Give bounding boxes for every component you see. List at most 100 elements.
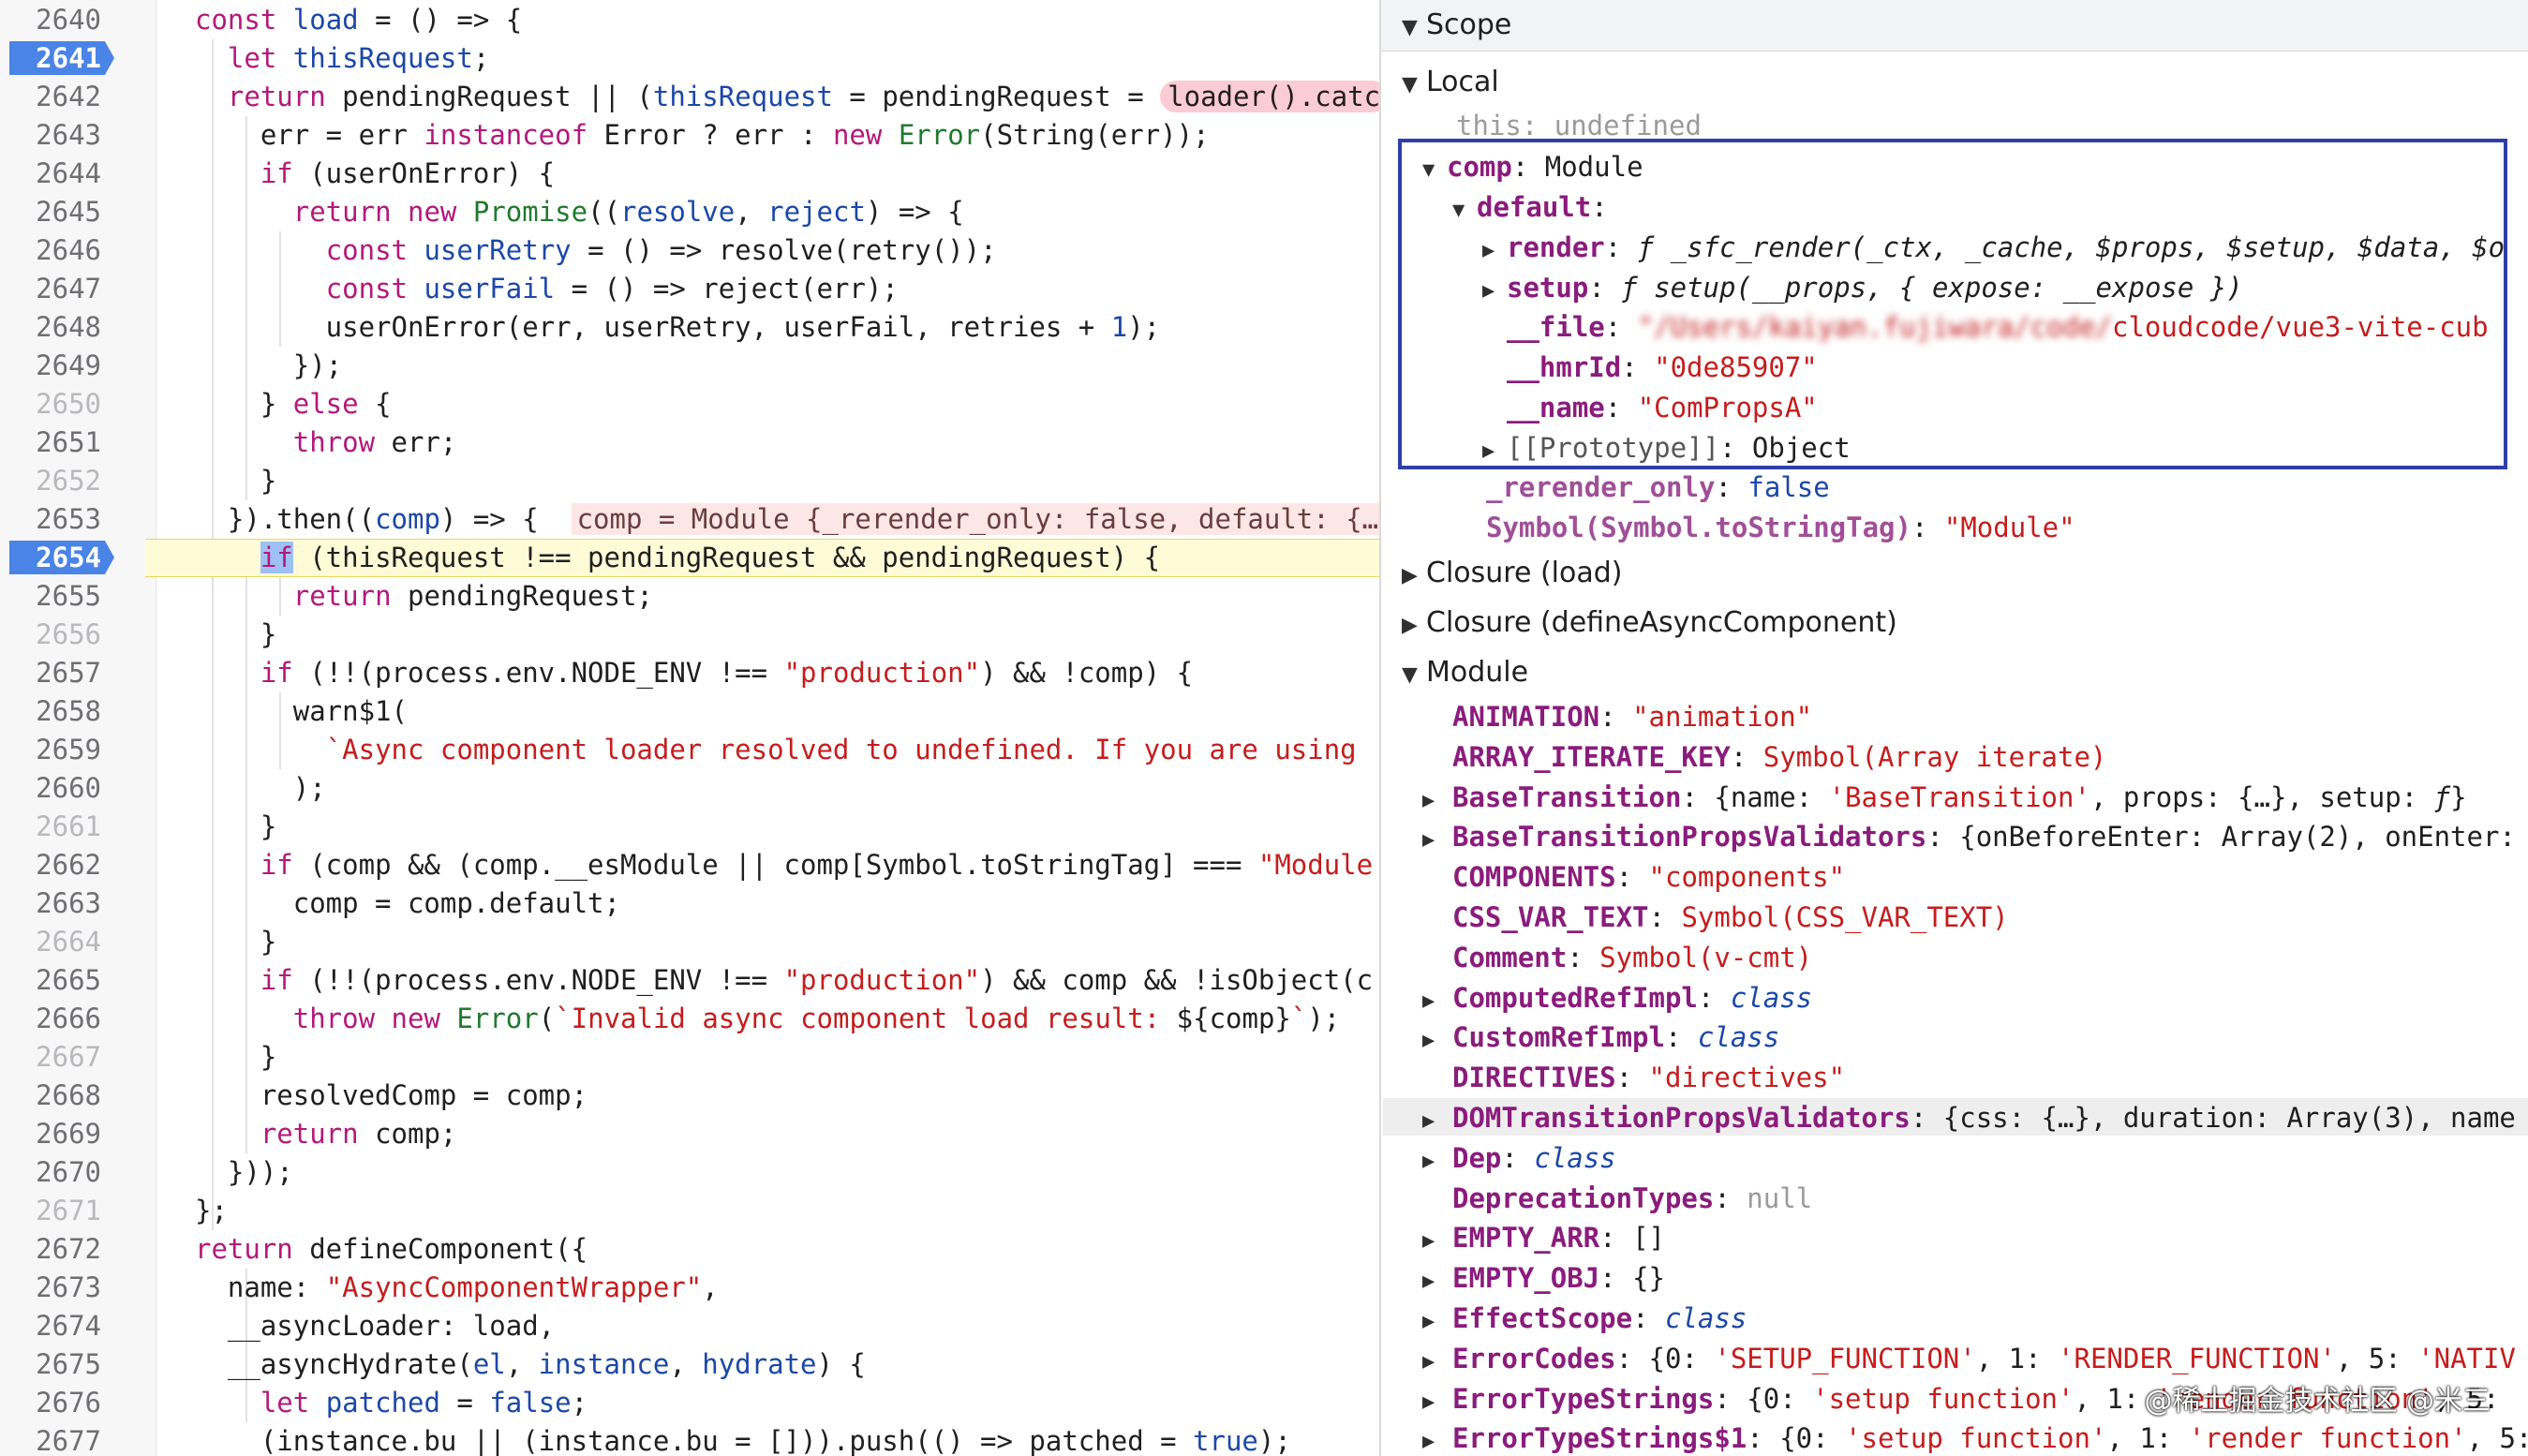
expand-triangle-icon[interactable]: ▶ xyxy=(1422,1384,1447,1421)
expand-triangle-icon[interactable]: ▶ xyxy=(1402,557,1426,595)
line-number[interactable]: 2669 xyxy=(7,1115,109,1153)
line-number[interactable]: 2646 xyxy=(7,231,109,270)
code-line[interactable]: 2653 }).then((comp) => { comp = Module {… xyxy=(0,500,1379,539)
line-number[interactable]: 2672 xyxy=(7,1230,109,1269)
module-prop-customrefimpl[interactable]: ▶ CustomRefImpl: class xyxy=(1422,1018,1779,1056)
line-number[interactable]: 2663 xyxy=(7,884,109,923)
expand-triangle-icon[interactable]: ▶ xyxy=(1422,1344,1447,1381)
module-prop-dep[interactable]: ▶ Dep: class xyxy=(1422,1139,1616,1177)
module-section[interactable]: ▼ Module xyxy=(1402,654,1528,691)
code-line[interactable]: 2677 (instance.bu || (instance.bu = []))… xyxy=(0,1422,1379,1456)
code-line[interactable]: 2676 let patched = false; xyxy=(0,1384,1379,1422)
closure-load-section[interactable]: ▶ Closure (load) xyxy=(1402,555,1622,592)
module-prop-errorcodes[interactable]: ▶ ErrorCodes: {0: 'SETUP_FUNCTION', 1: 'R… xyxy=(1422,1340,2516,1377)
line-number[interactable]: 2642 xyxy=(7,78,109,116)
line-number[interactable]: 2650 xyxy=(7,385,109,423)
scope-prop-default[interactable]: ▼ default: xyxy=(1452,188,1608,226)
code-line[interactable]: 2660 ); xyxy=(0,769,1379,808)
module-prop-css-var-text[interactable]: CSS_VAR_TEXT: Symbol(CSS_VAR_TEXT) xyxy=(1452,899,2009,936)
line-number[interactable]: 2666 xyxy=(7,1000,109,1038)
code-line[interactable]: 2642 return pendingRequest || (thisReque… xyxy=(0,78,1379,116)
module-prop-basetransition[interactable]: ▶ BaseTransition: {name: 'BaseTransition'… xyxy=(1422,779,2467,816)
code-line[interactable]: 2671}; xyxy=(0,1192,1379,1230)
scope-header-row[interactable]: ▼ Scope xyxy=(1402,7,1511,44)
line-number[interactable]: 2657 xyxy=(7,654,109,692)
module-prop-effectscope[interactable]: ▶ EffectScope: class xyxy=(1422,1300,1747,1337)
line-number[interactable]: 2674 xyxy=(7,1307,109,1345)
code-line[interactable]: 2647 const userFail = () => reject(err); xyxy=(0,270,1379,308)
scope-prop-setup[interactable]: ▶ setup: ƒ setup(__props, { expose: __exp… xyxy=(1482,269,2243,306)
code-line[interactable]: 2674 __asyncLoader: load, xyxy=(0,1307,1379,1345)
code-line[interactable]: 2663 comp = comp.default; xyxy=(0,884,1379,923)
expand-triangle-icon[interactable]: ▶ xyxy=(1402,607,1426,645)
line-number[interactable]: 2658 xyxy=(7,692,109,731)
code-line[interactable]: 2665 if (!!(process.env.NODE_ENV !== "pr… xyxy=(0,961,1379,1000)
line-number[interactable]: 2671 xyxy=(7,1192,109,1230)
line-number[interactable]: 2652 xyxy=(7,462,109,500)
code-line[interactable]: 2664 } xyxy=(0,923,1379,961)
expand-triangle-icon[interactable]: ▼ xyxy=(1452,192,1477,230)
code-line[interactable]: 2672 return defineComponent({ xyxy=(0,1230,1379,1269)
expand-triangle-icon[interactable]: ▼ xyxy=(1422,152,1447,189)
line-number[interactable]: 2670 xyxy=(7,1153,109,1192)
source-editor[interactable]: 2640 const load = () => {2641 let thisReq… xyxy=(0,0,1379,1456)
line-number[interactable]: 2643 xyxy=(7,116,109,155)
line-number[interactable]: 2665 xyxy=(7,961,109,1000)
collapse-triangle-icon[interactable]: ▼ xyxy=(1402,9,1426,47)
expand-triangle-icon[interactable]: ▶ xyxy=(1482,433,1507,470)
code-line[interactable]: 2650 } else { xyxy=(0,385,1379,423)
code-line[interactable]: 2658 warn$1( xyxy=(0,692,1379,731)
line-number[interactable]: 2645 xyxy=(7,193,109,231)
module-prop-array-iterate-key[interactable]: ARRAY_ITERATE_KEY: Symbol(Array iterate) xyxy=(1452,738,2106,776)
line-number[interactable]: 2662 xyxy=(7,846,109,884)
code-line[interactable]: 2670 })); xyxy=(0,1153,1379,1192)
breakpoint-marker[interactable]: 2641 xyxy=(9,41,114,75)
scope-prop-rerender-only[interactable]: _rerender_only: false xyxy=(1486,468,1830,506)
expand-triangle-icon[interactable]: ▶ xyxy=(1422,983,1447,1020)
code-line[interactable]: 2648 userOnError(err, userRetry, userFai… xyxy=(0,308,1379,347)
expand-triangle-icon[interactable]: ▶ xyxy=(1422,1143,1447,1181)
expand-triangle-icon[interactable]: ▶ xyxy=(1422,1223,1447,1260)
scope-prop-comp[interactable]: ▼ comp: Module xyxy=(1422,148,1643,186)
scope-section-header[interactable] xyxy=(1381,0,2528,52)
module-prop-errortypestrings-1[interactable]: ▶ ErrorTypeStrings$1: {0: 'setup function… xyxy=(1422,1419,2528,1456)
line-number[interactable]: 2676 xyxy=(7,1384,109,1422)
expand-triangle-icon[interactable]: ▶ xyxy=(1422,1103,1447,1140)
code-line[interactable]: 2659 `Async component loader resolved to… xyxy=(0,731,1379,769)
code-line[interactable]: 2661 } xyxy=(0,808,1379,846)
expand-triangle-icon[interactable]: ▶ xyxy=(1422,1263,1447,1300)
expand-triangle-icon[interactable]: ▶ xyxy=(1482,232,1507,270)
module-prop-components[interactable]: COMPONENTS: "components" xyxy=(1452,858,1845,896)
code-line[interactable]: 2643 err = err instanceof Error ? err : … xyxy=(0,116,1379,155)
code-line[interactable]: 2666 throw new Error(`Invalid async comp… xyxy=(0,1000,1379,1038)
code-line[interactable]: 2652 } xyxy=(0,462,1379,500)
collapse-triangle-icon[interactable]: ▼ xyxy=(1402,657,1426,694)
module-prop-computedrefimpl[interactable]: ▶ ComputedRefImpl: class xyxy=(1422,979,1812,1017)
expand-triangle-icon[interactable]: ▶ xyxy=(1422,1303,1447,1341)
expand-triangle-icon[interactable]: ▶ xyxy=(1482,273,1507,310)
module-prop-empty-obj[interactable]: ▶ EMPTY_OBJ: {} xyxy=(1422,1259,1665,1297)
code-line[interactable]: 2646 const userRetry = () => resolve(ret… xyxy=(0,231,1379,270)
line-number[interactable]: 2656 xyxy=(7,616,109,654)
line-number[interactable]: 2677 xyxy=(7,1422,109,1456)
line-number[interactable]: 2648 xyxy=(7,308,109,347)
module-prop-basetransitionpropsvalidators[interactable]: ▶ BaseTransitionPropsValidators: {onBefor… xyxy=(1422,818,2516,855)
code-line[interactable]: 2669 return comp; xyxy=(0,1115,1379,1153)
code-line-paused[interactable]: 2654 if (thisRequest !== pendingRequest … xyxy=(0,539,1379,577)
line-number[interactable]: 2661 xyxy=(7,808,109,846)
expand-triangle-icon[interactable]: ▶ xyxy=(1422,782,1447,820)
code-line[interactable]: 2655 return pendingRequest; xyxy=(0,577,1379,616)
line-number[interactable]: 2664 xyxy=(7,923,109,961)
collapse-triangle-icon[interactable]: ▼ xyxy=(1402,67,1426,104)
scope-prop-render[interactable]: ▶ render: ƒ _sfc_render(_ctx, _cache, $pr… xyxy=(1482,229,2505,266)
line-number[interactable]: 2651 xyxy=(7,423,109,462)
code-line[interactable]: 2640 const load = () => { xyxy=(0,1,1379,39)
scope-prop-hmrid[interactable]: __hmrId: "0de85907" xyxy=(1507,349,1818,386)
module-prop-domtransitionpropsvalidators[interactable]: ▶ DOMTransitionPropsValidators: {css: {…}… xyxy=(1422,1099,2516,1137)
scope-prop-file[interactable]: __file: "/Users/kaiyan.fujiwara/code/clo… xyxy=(1507,308,2489,346)
module-prop-directives[interactable]: DIRECTIVES: "directives" xyxy=(1452,1059,1845,1096)
line-number[interactable]: 2673 xyxy=(7,1269,109,1307)
line-number[interactable]: 2675 xyxy=(7,1345,109,1384)
expand-triangle-icon[interactable]: ▶ xyxy=(1422,1423,1447,1456)
scope-prop-name[interactable]: __name: "ComPropsA" xyxy=(1507,389,1818,426)
